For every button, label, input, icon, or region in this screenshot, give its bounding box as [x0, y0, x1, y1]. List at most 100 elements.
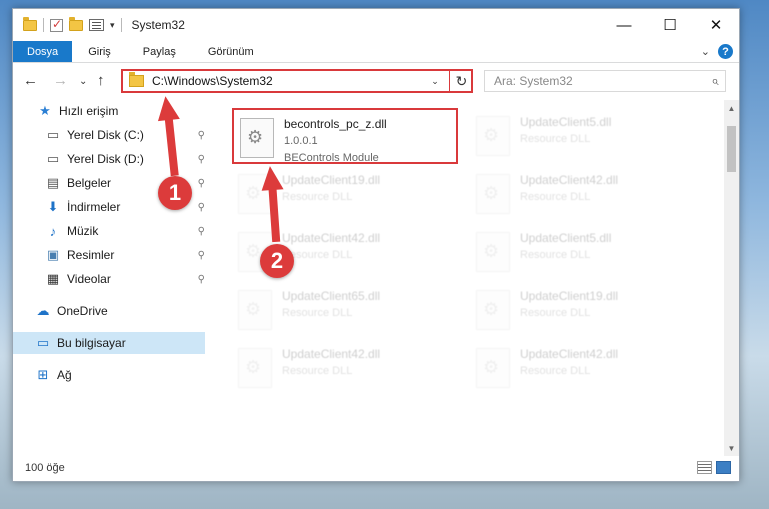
sidebar-item-label: OneDrive: [57, 304, 108, 318]
tab-file[interactable]: Dosya: [13, 41, 73, 62]
ribbon-tabs: Dosya Giriş Paylaş Görünüm ⌄ ?: [13, 41, 739, 63]
drive-icon: ▭: [46, 151, 60, 166]
search-icon[interactable]: ⌕: [705, 73, 725, 89]
pin-icon[interactable]: ⚲: [198, 226, 205, 237]
sidebar-item-onedrive[interactable]: ☁ OneDrive: [13, 300, 207, 322]
scroll-thumb[interactable]: [727, 126, 736, 172]
sidebar-item-label: Belgeler: [67, 176, 112, 190]
file-name: UpdateClient19.dll: [282, 173, 381, 187]
file-item[interactable]: UpdateClient42.dll Resource DLL: [232, 340, 462, 396]
sidebar-item-label: İndirmeler: [67, 200, 121, 214]
toolbar-divider: [120, 18, 122, 32]
file-item[interactable]: UpdateClient42.dll Resource DLL: [470, 166, 700, 222]
pin-icon[interactable]: ⚲: [198, 130, 205, 141]
file-description: BEControls Module: [284, 152, 379, 164]
navigation-bar: ← → ⌄ ↑ C:\Windows\System32 ⌄ ↻ Ara: Sys…: [13, 63, 739, 99]
view-buttons: [697, 461, 731, 474]
item-count: 100 öğe: [25, 462, 65, 474]
pin-icon[interactable]: ⚲: [198, 202, 205, 213]
explorer-window: ▾ System32 — ☐ ✕ Dosya Giriş Paylaş Görü…: [12, 8, 740, 482]
sidebar-item-music[interactable]: ♪ Müzik ⚲: [13, 220, 207, 242]
title-bar: ▾ System32 — ☐ ✕: [13, 9, 739, 41]
expand-ribbon-icon[interactable]: ⌄: [701, 45, 710, 58]
quick-access-toolbar: ▾: [13, 16, 122, 32]
folder-icon[interactable]: [23, 16, 37, 31]
pin-icon[interactable]: ⚲: [198, 250, 205, 261]
file-item[interactable]: UpdateClient65.dll Resource DLL: [232, 282, 462, 338]
file-name: UpdateClient5.dll: [520, 115, 612, 129]
pin-icon[interactable]: ⚲: [198, 154, 205, 165]
sidebar-item-label: Ağ: [57, 368, 72, 382]
dll-file-icon: [476, 290, 510, 330]
folder-icon: [129, 72, 144, 87]
customize-dropdown-icon[interactable]: ▾: [110, 20, 115, 31]
file-list: becontrols_pc_z.dll 1.0.0.1 BEControls M…: [222, 100, 726, 456]
file-name: UpdateClient5.dll: [520, 231, 612, 245]
maximize-button[interactable]: ☐: [647, 9, 693, 41]
annotation-marker-1: 1: [158, 176, 192, 210]
file-item-becontrols[interactable]: becontrols_pc_z.dll 1.0.0.1 BEControls M…: [232, 108, 458, 164]
sidebar-item-pictures[interactable]: ▣ Resimler ⚲: [13, 244, 207, 266]
sidebar-item-label: Yerel Disk (D:): [67, 152, 144, 166]
file-item[interactable]: UpdateClient42.dll Resource DLL: [470, 340, 700, 396]
scroll-down-icon[interactable]: ▼: [724, 440, 739, 456]
refresh-icon[interactable]: ↻: [449, 69, 473, 93]
search-box[interactable]: Ara: System32 ⌕: [484, 70, 726, 92]
toolbar-divider: [43, 18, 44, 32]
sidebar-item-local-disk-c[interactable]: ▭ Yerel Disk (C:) ⚲: [13, 124, 207, 146]
file-item[interactable]: UpdateClient19.dll Resource DLL: [470, 282, 700, 338]
ribbon-right: ⌄ ?: [701, 44, 733, 59]
new-folder-icon[interactable]: [69, 16, 83, 31]
document-icon: ▤: [46, 175, 60, 190]
file-name: UpdateClient42.dll: [520, 173, 619, 187]
sidebar-item-videos[interactable]: ▦ Videolar ⚲: [13, 268, 207, 290]
music-icon: ♪: [49, 223, 57, 239]
star-icon: ★: [39, 103, 51, 118]
pin-icon[interactable]: ⚲: [198, 178, 205, 189]
dll-file-icon: [476, 174, 510, 214]
address-dropdown-icon[interactable]: ⌄: [427, 76, 443, 87]
pin-icon[interactable]: ⚲: [198, 274, 205, 285]
file-type: Resource DLL: [520, 307, 591, 319]
sidebar-item-local-disk-d[interactable]: ▭ Yerel Disk (D:) ⚲: [13, 148, 207, 170]
dll-file-icon: [238, 174, 272, 214]
file-type: Resource DLL: [282, 249, 353, 261]
sidebar-item-label: Hızlı erişim: [59, 104, 119, 118]
tab-view[interactable]: Görünüm: [192, 41, 270, 62]
navigation-pane: ★ Hızlı erişim ▭ Yerel Disk (C:) ⚲ ▭ Yer…: [13, 100, 207, 456]
drive-icon: ▭: [46, 127, 60, 142]
sidebar-item-label: Yerel Disk (C:): [67, 128, 144, 142]
annotation-marker-2: 2: [260, 244, 294, 278]
sidebar-item-label: Müzik: [67, 224, 99, 238]
file-type: Resource DLL: [520, 191, 591, 203]
details-view-icon[interactable]: [697, 461, 712, 474]
close-button[interactable]: ✕: [693, 9, 739, 41]
help-icon[interactable]: ?: [718, 44, 733, 59]
file-name: UpdateClient42.dll: [282, 231, 381, 245]
file-item[interactable]: UpdateClient19.dll Resource DLL: [232, 166, 462, 222]
properties-check-icon[interactable]: [50, 17, 63, 32]
scroll-up-icon[interactable]: ▲: [724, 100, 739, 116]
up-arrow-icon[interactable]: ↑: [97, 72, 105, 89]
address-bar[interactable]: C:\Windows\System32 ⌄: [121, 69, 473, 93]
tab-home[interactable]: Giriş: [72, 41, 127, 62]
sidebar-item-this-pc[interactable]: ▭ Bu bilgisayar: [13, 332, 205, 354]
file-item[interactable]: UpdateClient5.dll Resource DLL: [470, 224, 700, 280]
properties-icon[interactable]: [89, 19, 104, 31]
address-path[interactable]: C:\Windows\System32: [152, 74, 427, 88]
sidebar-item-quick-access[interactable]: ★ Hızlı erişim: [13, 100, 207, 122]
large-icons-view-icon[interactable]: [716, 461, 731, 474]
window-title: System32: [131, 18, 185, 32]
file-item[interactable]: UpdateClient5.dll Resource DLL: [470, 108, 700, 164]
file-type: Resource DLL: [282, 365, 353, 377]
tab-share[interactable]: Paylaş: [127, 41, 192, 62]
search-input[interactable]: Ara: System32: [494, 74, 705, 88]
vertical-scrollbar[interactable]: ▲ ▼: [724, 100, 739, 456]
recent-locations-icon[interactable]: ⌄: [79, 76, 87, 87]
forward-arrow-icon[interactable]: →: [53, 72, 68, 89]
minimize-button[interactable]: —: [601, 9, 647, 41]
dll-file-icon: [240, 118, 274, 158]
file-name: UpdateClient19.dll: [520, 289, 619, 303]
back-arrow-icon[interactable]: ←: [23, 72, 38, 89]
sidebar-item-network[interactable]: ⊞ Ağ: [13, 364, 207, 386]
